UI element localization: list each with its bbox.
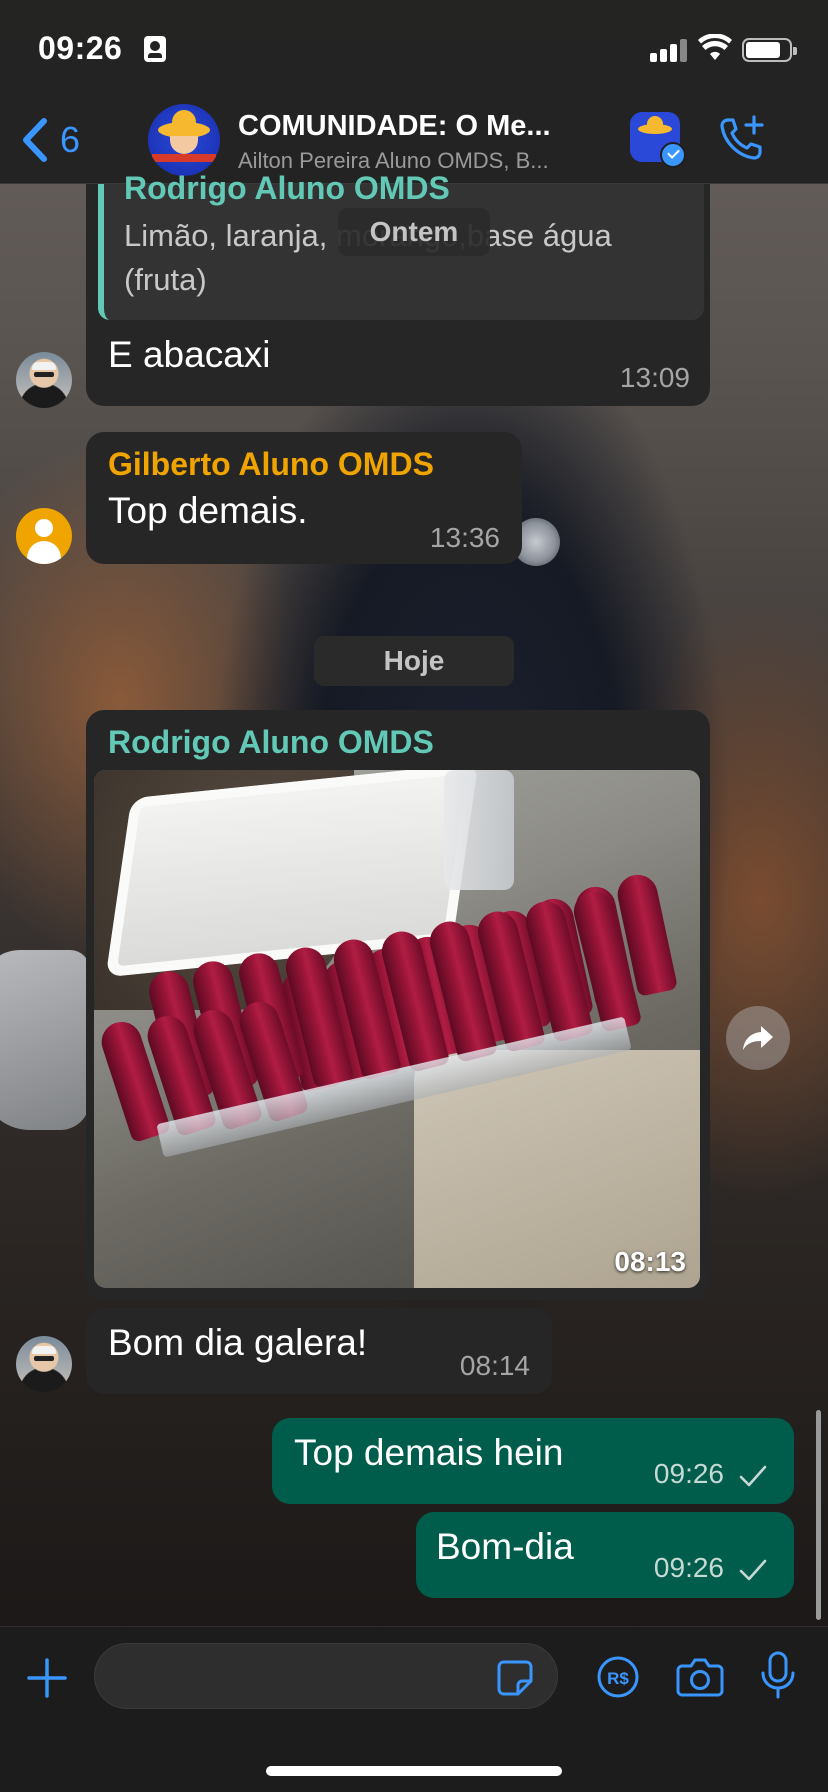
status-bar: 09:26 <box>0 0 828 100</box>
wifi-icon <box>698 34 732 60</box>
svg-text:R$: R$ <box>607 1669 629 1688</box>
floating-date-pill: Ontem <box>338 208 490 256</box>
media-message-bubble[interactable]: Rodrigo Aluno OMDS 08:13 <box>86 710 710 1300</box>
photo-attachment[interactable]: 08:13 <box>94 770 700 1288</box>
id-card-icon <box>144 36 166 62</box>
signal-icon <box>650 38 688 62</box>
chat-title[interactable]: COMUNIDADE: O Me... <box>238 110 608 143</box>
message-bubble[interactable]: Bom dia galera! 08:14 <box>86 1308 552 1394</box>
date-separator: Hoje <box>314 636 514 686</box>
message-time: 08:14 <box>459 1350 530 1381</box>
message-input[interactable] <box>94 1643 558 1709</box>
status-time: 09:26 <box>38 30 123 66</box>
back-button[interactable]: 6 <box>20 110 80 170</box>
check-icon <box>739 1559 767 1581</box>
message-time: 13:36 <box>429 522 500 553</box>
group-avatar[interactable] <box>148 104 220 176</box>
sender-avatar-default[interactable] <box>16 508 72 564</box>
message-time: 09:26 <box>653 1552 724 1583</box>
message-text: Bom-dia <box>436 1526 574 1567</box>
home-indicator[interactable] <box>266 1766 562 1776</box>
message-bubble[interactable]: Gilberto Aluno OMDS Top demais. 13:36 <box>86 432 522 564</box>
unread-count: 6 <box>60 119 81 160</box>
message-text: E abacaxi <box>108 334 271 375</box>
message-text: Top demais hein <box>294 1432 564 1473</box>
mic-icon[interactable] <box>758 1651 798 1699</box>
check-icon <box>739 1465 767 1487</box>
quoted-sender: Rodrigo Aluno OMDS <box>124 170 450 206</box>
sender-name[interactable]: Gilberto Aluno OMDS <box>108 446 434 483</box>
scrollbar[interactable] <box>816 1410 821 1620</box>
wallpaper-shoe <box>0 950 90 1130</box>
sender-avatar[interactable] <box>16 1336 72 1392</box>
sender-name[interactable]: Rodrigo Aluno OMDS <box>108 724 434 761</box>
sender-avatar[interactable] <box>16 352 72 408</box>
message-time: 13:09 <box>619 362 690 393</box>
camera-icon[interactable] <box>676 1657 724 1697</box>
forward-button[interactable] <box>726 1006 790 1070</box>
outgoing-message-bubble[interactable]: Bom-dia 09:26 <box>416 1512 794 1598</box>
pix-icon[interactable]: R$ <box>596 1655 640 1699</box>
message-time: 09:26 <box>653 1458 724 1489</box>
battery-icon <box>742 38 797 62</box>
sticker-icon[interactable] <box>496 1659 534 1697</box>
media-time: 08:13 <box>614 1246 686 1277</box>
verified-badge-icon <box>660 142 686 168</box>
call-add-icon[interactable] <box>718 114 766 162</box>
forward-icon <box>743 1026 773 1050</box>
message-text: Bom dia galera! <box>108 1322 368 1363</box>
outgoing-message-bubble[interactable]: Top demais hein 09:26 <box>272 1418 794 1504</box>
composer-bar: R$ <box>0 1626 828 1792</box>
back-chevron-icon <box>23 118 47 162</box>
plus-icon[interactable] <box>26 1657 68 1699</box>
message-text: Top demais. <box>108 490 308 531</box>
